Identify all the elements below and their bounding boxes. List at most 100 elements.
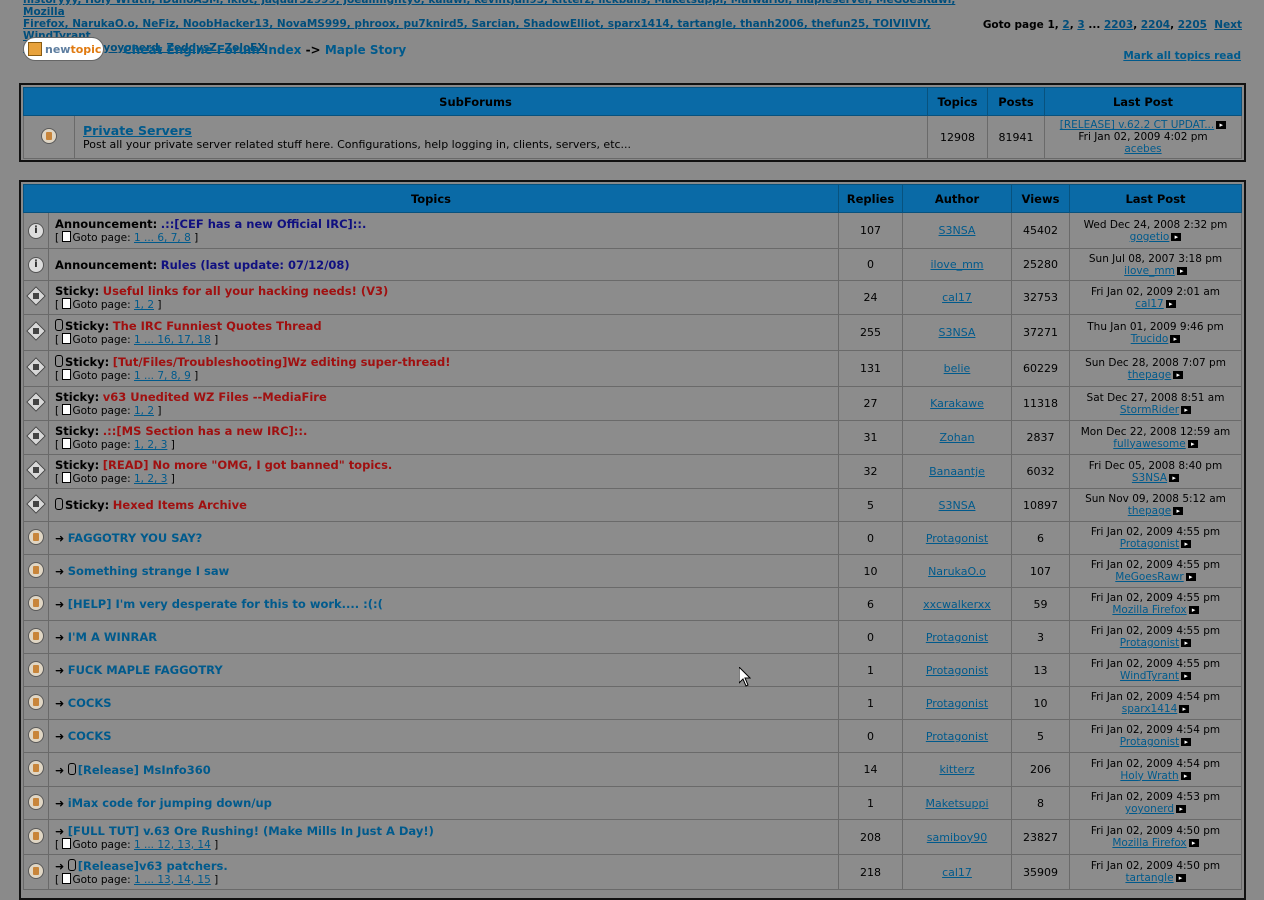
- last-post-user-link[interactable]: Protagonist: [1120, 538, 1179, 550]
- topic-page-links[interactable]: 1 ... 16, 17, 18: [134, 334, 211, 346]
- last-post-user-link[interactable]: Mozilla Firefox: [1112, 604, 1186, 616]
- goto-last-post-icon[interactable]: ▸: [1187, 439, 1198, 448]
- online-users-line[interactable]: historyyy, Holy Wrath, iDunoASM, ikiot, …: [23, 0, 983, 18]
- goto-last-post-icon[interactable]: ▸: [1180, 771, 1191, 780]
- goto-last-post-icon[interactable]: ▸: [1188, 606, 1199, 614]
- topic-title-link[interactable]: FAGGOTRY YOU SAY?: [68, 531, 203, 545]
- topic-author-link[interactable]: Maketsuppi: [925, 797, 988, 810]
- pagination-link[interactable]: 2203: [1104, 19, 1133, 31]
- topic-title-link[interactable]: COCKS: [68, 696, 112, 710]
- last-post-user-link[interactable]: acebes: [1045, 143, 1241, 155]
- goto-last-post-icon[interactable]: ▸: [1173, 370, 1184, 379]
- topic-title-link[interactable]: [FULL TUT] v.63 Ore Rushing! (Make Mills…: [68, 824, 434, 838]
- topic-author-link[interactable]: Protagonist: [926, 532, 988, 545]
- goto-last-post-icon[interactable]: ▸: [1176, 805, 1187, 813]
- topic-title-link[interactable]: [READ] No more "OMG, I got banned" topic…: [103, 458, 393, 472]
- goto-last-post-icon[interactable]: ▸: [1216, 121, 1227, 129]
- topic-author-link[interactable]: S3NSA: [939, 326, 976, 339]
- topic-title-link[interactable]: [HELP] I'm very desperate for this to wo…: [68, 597, 383, 611]
- online-users-line[interactable]: Firefox, NarukaO.o, NeFiz, NoobHacker13,…: [23, 18, 983, 42]
- pagination-next[interactable]: Next: [1214, 19, 1242, 31]
- last-post-user-link[interactable]: Protagonist: [1120, 736, 1179, 748]
- topic-author-link[interactable]: Protagonist: [926, 730, 988, 743]
- breadcrumb-current[interactable]: Maple Story: [325, 43, 406, 57]
- topic-author-link[interactable]: S3NSA: [939, 224, 976, 237]
- topic-author-link[interactable]: S3NSA: [939, 499, 976, 512]
- last-post-user-link[interactable]: fullyawesome: [1113, 438, 1185, 450]
- goto-last-post-icon[interactable]: ▸: [1173, 507, 1184, 515]
- topic-author-link[interactable]: NarukaO.o: [928, 565, 986, 578]
- goto-last-post-icon[interactable]: ▸: [1181, 540, 1192, 548]
- topic-author-link[interactable]: Protagonist: [926, 697, 988, 710]
- pagination-link[interactable]: 2: [1062, 19, 1069, 31]
- forum-title-link[interactable]: Private Servers: [83, 123, 927, 138]
- topic-author-link[interactable]: samiboy90: [927, 831, 987, 844]
- topic-author-link[interactable]: Protagonist: [926, 664, 988, 677]
- topic-title-link[interactable]: Something strange I saw: [68, 564, 230, 578]
- last-post-user-link[interactable]: thepage: [1128, 369, 1171, 381]
- topic-title-link[interactable]: Useful links for all your hacking needs!…: [103, 284, 388, 298]
- topic-author-link[interactable]: belie: [944, 362, 971, 375]
- goto-last-post-icon[interactable]: ▸: [1169, 473, 1180, 482]
- last-post-user-link[interactable]: S3NSA: [1132, 472, 1167, 484]
- topic-author-link[interactable]: cal17: [942, 291, 972, 304]
- mark-all-read-link[interactable]: Mark all topics read: [1123, 50, 1241, 62]
- goto-last-post-icon[interactable]: ▸: [1176, 266, 1187, 275]
- last-post-user-link[interactable]: yoyonerd: [1125, 803, 1174, 815]
- last-post-user-link[interactable]: Trucido: [1131, 333, 1169, 345]
- topic-author-link[interactable]: Karakawe: [930, 397, 984, 410]
- goto-last-post-icon[interactable]: ▸: [1188, 839, 1199, 847]
- goto-last-post-icon[interactable]: ▸: [1171, 232, 1182, 241]
- goto-last-post-icon[interactable]: ▸: [1165, 299, 1176, 308]
- topic-author-link[interactable]: cal17: [942, 866, 972, 879]
- last-post-user-link[interactable]: tartangle: [1125, 872, 1173, 884]
- goto-last-post-icon[interactable]: ▸: [1185, 573, 1196, 581]
- topic-page-links[interactable]: 1 ... 12, 13, 14: [134, 839, 211, 851]
- topic-author-link[interactable]: ilove_mm: [930, 258, 983, 271]
- goto-last-post-icon[interactable]: ▸: [1170, 334, 1181, 343]
- last-post-user-link[interactable]: Protagonist: [1120, 637, 1179, 649]
- topic-page-links[interactable]: 1, 2: [134, 405, 154, 417]
- pagination-link[interactable]: 3: [1077, 19, 1084, 31]
- goto-last-post-icon[interactable]: ▸: [1181, 405, 1192, 414]
- goto-last-post-icon[interactable]: ▸: [1181, 639, 1192, 647]
- last-post-user-link[interactable]: thepage: [1128, 505, 1171, 517]
- new-topic-button[interactable]: newtopic: [23, 37, 104, 61]
- goto-last-post-icon[interactable]: ▸: [1181, 738, 1192, 746]
- pagination-link[interactable]: 2204: [1141, 19, 1170, 31]
- breadcrumb-index[interactable]: Cheat Engine Forum Index: [123, 43, 301, 57]
- pagination-link[interactable]: 2205: [1178, 19, 1207, 31]
- last-post-user-link[interactable]: Mozilla Firefox: [1112, 837, 1186, 849]
- last-post-user-link[interactable]: ilove_mm: [1124, 265, 1175, 277]
- topic-author-link[interactable]: Banaantje: [929, 465, 985, 478]
- topic-author-link[interactable]: Zohan: [940, 431, 975, 444]
- topic-title-link[interactable]: FUCK MAPLE FAGGOTRY: [68, 663, 223, 677]
- topic-page-links[interactable]: 1 ... 6, 7, 8: [134, 232, 191, 244]
- topic-page-links[interactable]: 1 ... 7, 8, 9: [134, 370, 191, 382]
- topic-page-links[interactable]: 1, 2, 3: [134, 439, 167, 451]
- topic-title-link[interactable]: [Tut/Files/Troubleshooting]Wz editing su…: [113, 355, 451, 369]
- topic-page-links[interactable]: 1 ... 13, 14, 15: [134, 874, 211, 886]
- goto-last-post-icon[interactable]: ▸: [1180, 672, 1191, 680]
- last-post-user-link[interactable]: sparx1414: [1122, 703, 1178, 715]
- topic-page-links[interactable]: 1, 2, 3: [134, 473, 167, 485]
- last-post-user-link[interactable]: gogetio: [1130, 231, 1170, 243]
- topic-title-link[interactable]: I'M A WINRAR: [68, 630, 157, 644]
- topic-author-link[interactable]: Protagonist: [926, 631, 988, 644]
- last-post-user-link[interactable]: Holy Wrath: [1120, 770, 1178, 782]
- last-post-user-link[interactable]: WindTyrant: [1120, 670, 1179, 682]
- topic-title-link[interactable]: .::[MS Section has a new IRC]::.: [103, 424, 308, 438]
- last-post-user-link[interactable]: cal17: [1135, 298, 1164, 310]
- topic-page-links[interactable]: 1, 2: [134, 299, 154, 311]
- last-post-topic-link[interactable]: [RELEASE] v.62.2 CT UPDAT...: [1060, 119, 1214, 131]
- topic-title-link[interactable]: The IRC Funniest Quotes Thread: [113, 319, 322, 333]
- topic-author-link[interactable]: kitterz: [939, 763, 974, 776]
- topic-title-link[interactable]: Hexed Items Archive: [113, 498, 247, 512]
- topic-title-link[interactable]: v63 Unedited WZ Files --MediaFire: [103, 390, 327, 404]
- goto-last-post-icon[interactable]: ▸: [1179, 705, 1190, 713]
- last-post-user-link[interactable]: MeGoesRawr: [1115, 571, 1183, 583]
- goto-last-post-icon[interactable]: ▸: [1175, 874, 1186, 882]
- topic-title-link[interactable]: COCKS: [68, 729, 112, 743]
- topic-title-link[interactable]: Rules (last update: 07/12/08): [161, 258, 350, 272]
- topic-title-link[interactable]: [Release] MsInfo360: [78, 763, 211, 777]
